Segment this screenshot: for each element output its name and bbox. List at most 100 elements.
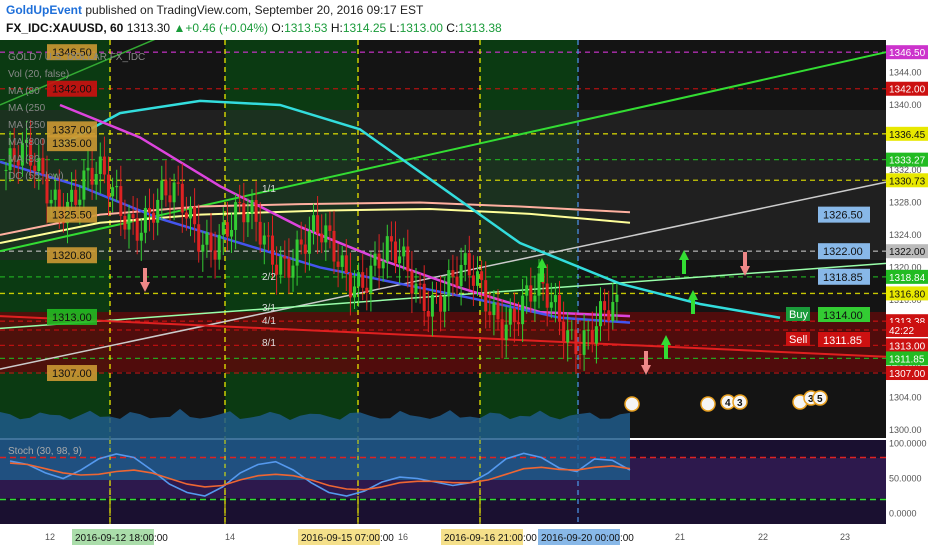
candle-body: [156, 199, 160, 223]
candle-body: [418, 283, 422, 285]
low-value: 1313.00: [399, 21, 443, 35]
candle-body: [529, 285, 533, 302]
x-tick-label-1: 14: [225, 532, 235, 542]
level-box-label-1: 1342.00: [52, 84, 92, 96]
candle-body: [184, 212, 188, 219]
candle-body: [217, 234, 221, 260]
price-tag-label-5: 1322.00: [889, 247, 926, 258]
level-box-label-4: 1325.50: [52, 210, 92, 222]
candle-body: [353, 286, 356, 298]
candle-body: [508, 308, 512, 325]
candle-body: [98, 156, 102, 175]
candle-body: [471, 275, 475, 286]
date-label-1: 2016-09-15 07:00:00: [301, 533, 394, 544]
x-tick-label-5: 23: [840, 532, 850, 542]
x-tick-label-3: 21: [675, 532, 685, 542]
candle-body: [283, 256, 287, 259]
price-tag-label-4: 1330.73: [889, 176, 926, 187]
candle-body: [451, 270, 455, 277]
y-tick-label-1: 1304.00: [889, 392, 922, 402]
candle-body: [422, 283, 426, 311]
candle-body: [131, 214, 135, 219]
candle-body: [82, 170, 86, 200]
candle-body: [291, 265, 295, 278]
candle-body: [574, 329, 578, 355]
publish-line: GoldUpEvent published on TradingView.com…: [6, 3, 423, 17]
y-tick-label-10: 1340.00: [889, 100, 922, 110]
fraction-label-2: 3/1: [262, 303, 276, 314]
candle-body: [545, 283, 549, 308]
candle-body: [336, 261, 340, 267]
candle-body: [94, 174, 98, 185]
candle-body: [463, 253, 467, 265]
gray-band: [0, 110, 886, 260]
level-box-label-7: 1307.00: [52, 368, 92, 380]
candle-body: [558, 295, 561, 322]
candle-body: [242, 203, 246, 223]
x-tick-label-2: 16: [398, 532, 408, 542]
candle-body: [324, 225, 328, 243]
candle-body: [70, 189, 74, 202]
fraction-label-3: 4/1: [262, 316, 276, 327]
price-tag-label-7: 1316.80: [889, 289, 926, 300]
candle-body: [115, 186, 119, 188]
x-tick-label-0: 12: [45, 532, 55, 542]
candle-body: [402, 246, 406, 257]
price-tag-label-9: 42:22: [889, 326, 914, 337]
candle-body: [590, 329, 594, 344]
y-tick-label-0: 1300.00: [889, 425, 922, 435]
candle-body: [271, 235, 274, 265]
candle-body: [394, 241, 397, 264]
legend-line-0: GOLD / U.S. DOLLAR FX_IDC: [8, 52, 145, 63]
price-tag-label-2: 1336.45: [889, 130, 926, 141]
candle-body: [426, 310, 430, 317]
candle-body: [172, 182, 176, 203]
candle-body: [102, 156, 106, 175]
candle-body: [369, 265, 373, 293]
candle-body: [90, 167, 94, 185]
candle-body: [262, 235, 266, 245]
candle-body: [49, 199, 53, 204]
candle-body: [258, 221, 262, 245]
candle-body: [549, 302, 553, 308]
candle-body: [295, 239, 299, 266]
event-marker-label-3: 3: [737, 398, 743, 409]
open-label: O:: [271, 21, 285, 35]
price-chart[interactable]: 1/1 2/2 3/1 4/1 8/1 1346.50 1342.00 1337.00 1335…: [0, 40, 932, 550]
event-marker-label-6: 5: [817, 394, 823, 405]
legend-line-5: MA (800: [8, 137, 46, 148]
stoch-title: Stoch (30, 98, 9): [8, 446, 82, 457]
fraction-label-0: 1/1: [262, 184, 276, 195]
candle-body: [521, 295, 525, 325]
candle-body: [164, 180, 168, 196]
candle-body: [148, 207, 151, 213]
candle-body: [344, 255, 348, 273]
author-link[interactable]: GoldUpEvent: [6, 3, 82, 17]
candle-body: [127, 214, 131, 230]
candle-body: [406, 246, 410, 272]
candle-body: [266, 235, 270, 237]
event-marker-label-2: 4: [725, 398, 731, 409]
candle-body: [152, 212, 156, 223]
candle-body: [332, 230, 336, 262]
stoch-tick-label-2: 0.0000: [889, 509, 917, 519]
target-box-label-2: 1318.85: [823, 272, 863, 284]
candle-body: [312, 215, 315, 232]
stoch-tick-label-0: 100.0000: [889, 439, 927, 449]
candle-body: [562, 321, 566, 343]
x-tick-label-4: 22: [758, 532, 768, 542]
candle-body: [377, 253, 381, 269]
fraction-label-1: 2/2: [262, 272, 276, 283]
candle-body: [570, 329, 574, 331]
candle-body: [389, 236, 393, 242]
y-tick-label-7: 1328.00: [889, 197, 922, 207]
legend-line-6: MA (80: [8, 154, 40, 165]
high-label: H:: [330, 21, 343, 35]
candle-body: [398, 256, 402, 264]
candle-body: [209, 232, 213, 251]
ohlc-line: FX_IDC:XAUUSD, 60 1313.30 ▲+0.46 (+0.04%…: [6, 21, 502, 35]
level-box-label-2: 1337.00: [52, 124, 92, 136]
stoch-tick-label-1: 50.0000: [889, 474, 922, 484]
candle-body: [213, 250, 217, 260]
symbol-label[interactable]: FX_IDC:XAUUSD, 60: [6, 21, 123, 35]
